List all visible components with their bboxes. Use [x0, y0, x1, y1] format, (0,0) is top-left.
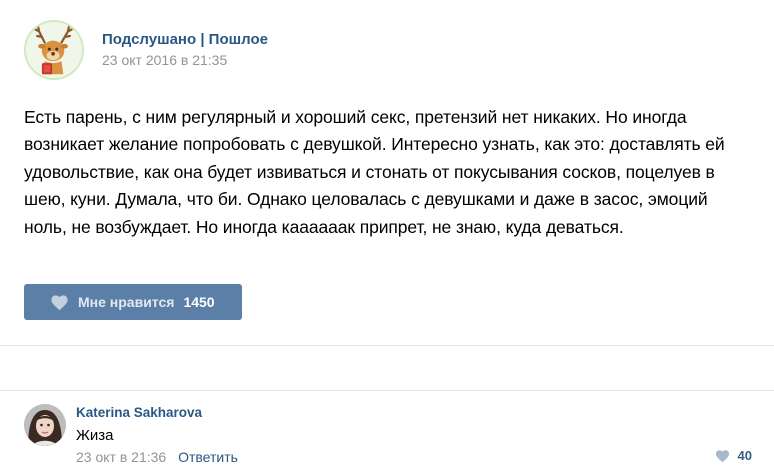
comment-like-button[interactable]: 40	[715, 448, 752, 463]
like-count: 1450	[183, 294, 215, 310]
group-name-link[interactable]: Подслушано | Пошлое	[102, 31, 268, 49]
heart-icon	[51, 294, 68, 310]
post-header: Подслушано | Пошлое 23 окт 2016 в 21:35	[24, 20, 268, 80]
comment-item: Katerina Sakharova Жиза 23 окт в 21:36 О…	[24, 404, 764, 468]
comment-date[interactable]: 23 окт в 21:36	[76, 449, 166, 465]
reply-link[interactable]: Ответить	[178, 449, 238, 465]
comment-like-count: 40	[737, 448, 752, 463]
commenter-avatar[interactable]	[24, 404, 66, 446]
heart-icon	[715, 449, 729, 462]
like-button[interactable]: Мне нравится 1450	[24, 284, 242, 320]
group-avatar[interactable]	[24, 20, 84, 80]
divider	[0, 345, 774, 346]
user-photo-avatar-icon	[24, 404, 66, 446]
comment-text: Жиза	[76, 427, 114, 444]
comment-meta: 23 окт в 21:36 Ответить	[76, 449, 238, 465]
post-text: Есть парень, с ним регулярный и хороший …	[24, 107, 725, 237]
like-label: Мне нравится	[78, 294, 175, 310]
reindeer-avatar-icon	[34, 25, 73, 75]
comment-author-link[interactable]: Katerina Sakharova	[76, 405, 202, 420]
divider	[0, 390, 774, 391]
post-date[interactable]: 23 окт 2016 в 21:35	[102, 52, 268, 69]
